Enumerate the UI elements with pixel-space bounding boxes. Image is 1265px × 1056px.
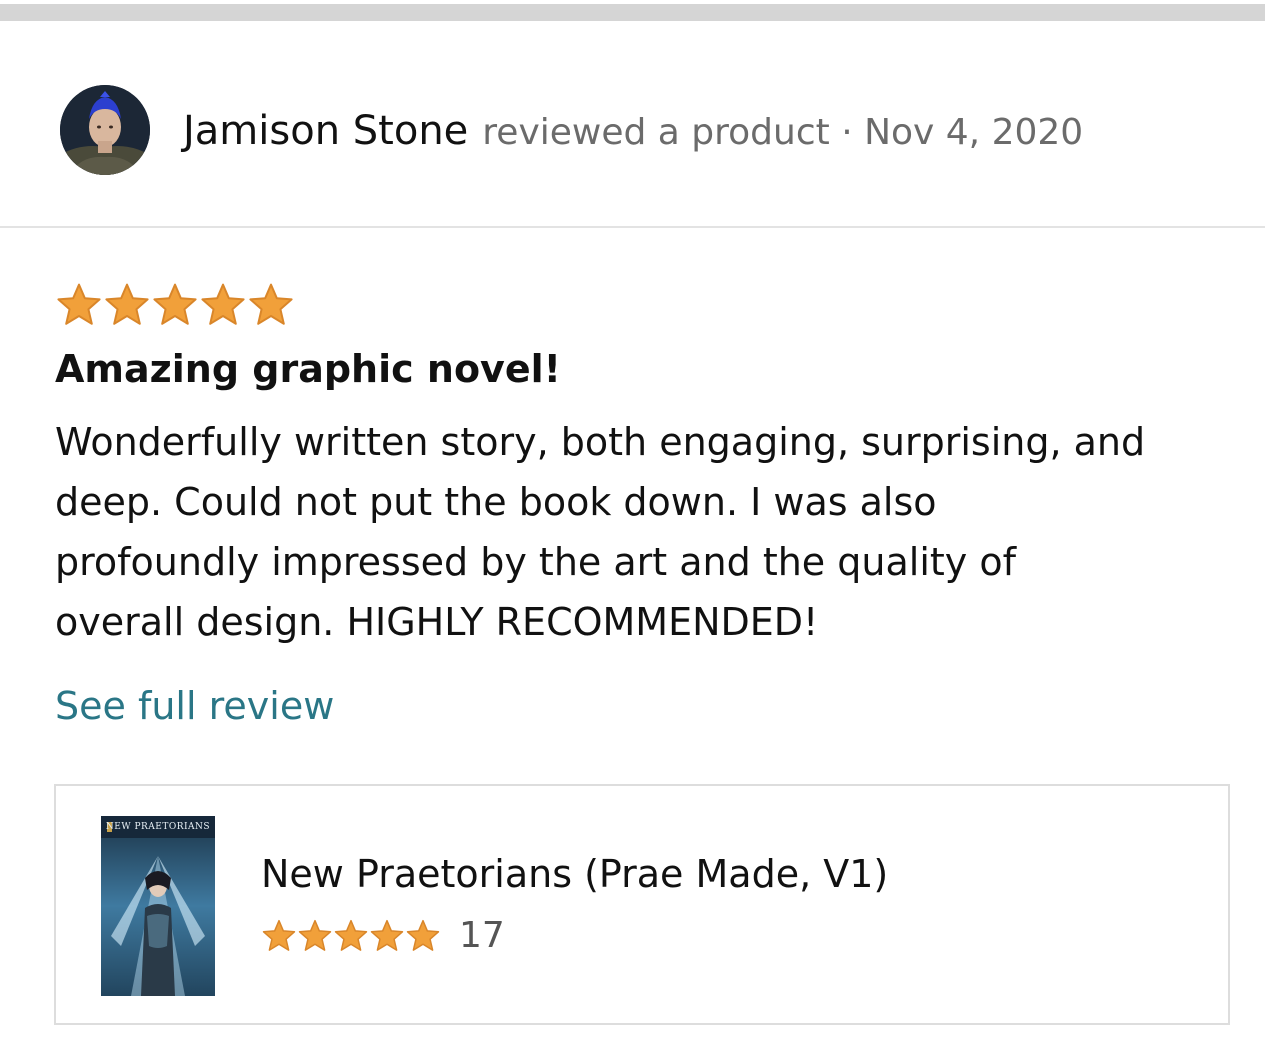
star-icon (105, 283, 149, 325)
product-card[interactable]: NEW PRAETORIANS New Praetorians (Prae Ma… (54, 784, 1230, 1025)
star-icon (153, 283, 197, 325)
review-title: Amazing graphic novel! (55, 347, 561, 391)
star-icon (370, 919, 404, 951)
star-icon (298, 919, 332, 951)
product-title[interactable]: New Praetorians (Prae Made, V1) (261, 848, 888, 900)
product-star-rating (261, 918, 441, 954)
avatar[interactable] (60, 85, 150, 175)
review-meta: reviewed a product · Nov 4, 2020 (482, 112, 1084, 153)
product-cover-image[interactable]: NEW PRAETORIANS (101, 816, 215, 996)
star-icon (406, 919, 440, 951)
author-name[interactable]: Jamison Stone (183, 108, 468, 154)
rating-count: 17 (459, 915, 505, 956)
review-body-line: profoundly impressed by the art and the … (55, 540, 1016, 584)
see-full-review-link[interactable]: See full review (55, 680, 334, 732)
review-star-rating (55, 281, 295, 329)
review-body-line: deep. Could not put the book down. I was… (55, 480, 937, 524)
product-rating: 17 (261, 914, 505, 958)
star-icon (249, 283, 293, 325)
review-body: Wonderfully written story, both engaging… (55, 412, 1240, 652)
cover-title: NEW PRAETORIANS (105, 822, 211, 832)
divider (0, 226, 1265, 228)
review-header: Jamison Stone reviewed a product · Nov 4,… (0, 21, 1265, 226)
top-bar (0, 4, 1265, 21)
review-body-line: overall design. HIGHLY RECOMMENDED! (55, 600, 819, 644)
cover-art (101, 816, 215, 996)
header-text: Jamison Stone reviewed a product · Nov 4,… (183, 105, 1083, 165)
review-body-line: Wonderfully written story, both engaging… (55, 420, 1146, 464)
star-icon (201, 283, 245, 325)
star-icon (57, 283, 101, 325)
avatar-photo (60, 85, 150, 175)
star-icon (262, 919, 296, 951)
star-icon (334, 919, 368, 951)
